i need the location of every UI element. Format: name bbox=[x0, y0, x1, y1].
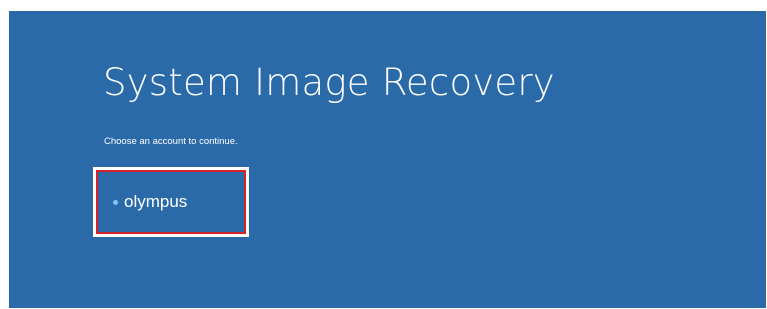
account-item-olympus[interactable]: olympus bbox=[113, 192, 187, 212]
page-title: System Image Recovery bbox=[103, 61, 555, 104]
recovery-screen bbox=[9, 11, 766, 308]
account-name: olympus bbox=[124, 192, 188, 211]
instruction-text: Choose an account to continue. bbox=[104, 136, 238, 147]
bullet-icon bbox=[113, 199, 118, 205]
